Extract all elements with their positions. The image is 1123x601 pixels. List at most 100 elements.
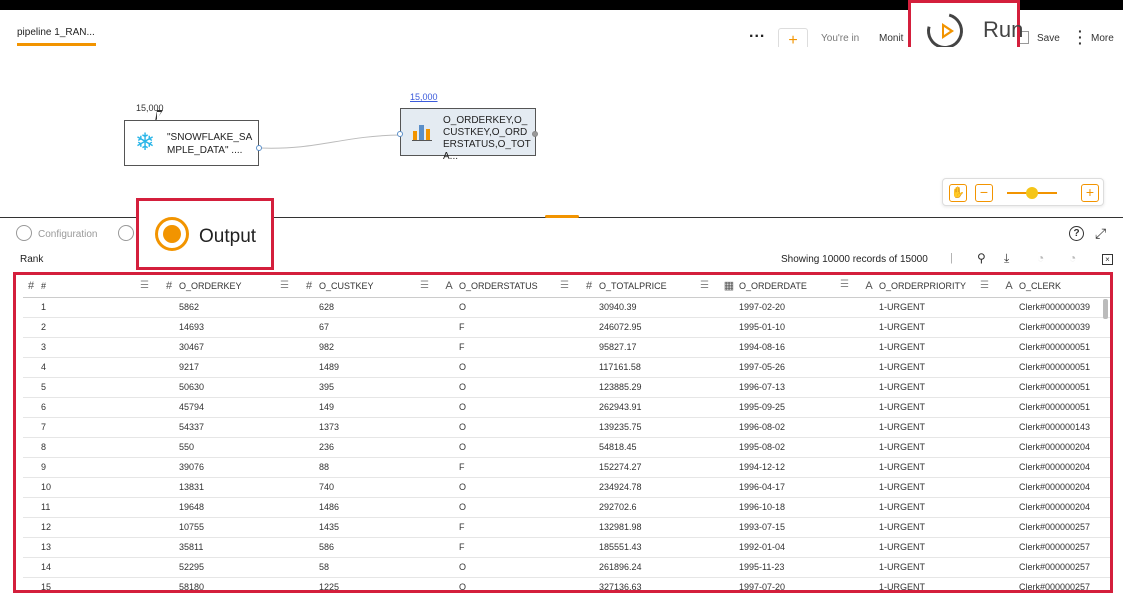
table-cell: 1225 (303, 577, 443, 590)
table-row[interactable]: 11 19648 1486 O 292702.6 1996-10-18 1-URGENT Cl… (23, 497, 1110, 518)
table-cell: 149 (303, 397, 443, 418)
download-icon[interactable]: ⤓ (1004, 251, 1009, 266)
filter-icon[interactable]: ☰ (980, 280, 989, 291)
table-cell: 1994-12-12 (723, 457, 863, 478)
filter-icon[interactable]: ☰ (560, 280, 569, 291)
table-cell: 246072.95 (583, 317, 723, 338)
table-row[interactable]: 2 14693 67 F 246072.95 1995-01-10 1-URGENT Cler… (23, 317, 1110, 338)
table-cell: 1-URGENT (863, 557, 1003, 578)
table-cell: 1-URGENT (863, 297, 1003, 318)
table-row[interactable]: 8 550 236 O 54818.45 1995-08-02 1-URGENT Clerk#… (23, 437, 1110, 458)
filter-icon[interactable]: ☰ (140, 280, 149, 291)
table-cell: F (443, 457, 583, 478)
search-icon[interactable]: ⚲ (977, 251, 986, 265)
table-cell: 1994-08-16 (723, 337, 863, 358)
table-cell: 234924.78 (583, 477, 723, 498)
table-cell: 39076 (163, 457, 303, 478)
tab-configuration[interactable]: Configuration (38, 229, 97, 240)
table-cell: 117161.58 (583, 357, 723, 378)
table-cell: 132981.98 (583, 517, 723, 538)
table-cell: 3 (23, 337, 163, 358)
table-cell: 14 (23, 557, 163, 578)
table-cell: 15 (23, 577, 163, 590)
table-cell: 1-URGENT (863, 417, 1003, 438)
snowflake-icon: ❄ (135, 129, 156, 156)
rank-node-input-port[interactable] (397, 131, 403, 137)
column-header-6[interactable]: A O_ORDERPRIORITY ☰ (863, 275, 1003, 298)
table-cell: 67 (303, 317, 443, 338)
column-header-label: O_CUSTKEY (319, 280, 374, 291)
table-cell: 1997-07-20 (723, 577, 863, 590)
chart-icon[interactable]: ◔ (1037, 251, 1044, 265)
table-row[interactable]: 13 35811 586 F 185551.43 1992-01-04 1-URGENT Cl… (23, 537, 1110, 558)
zoom-in-button[interactable]: + (1081, 184, 1099, 202)
table-row[interactable]: 10 13831 740 O 234924.78 1996-04-17 1-URGENT Cl… (23, 477, 1110, 498)
table-cell: 1 (23, 297, 163, 318)
number-type-icon: # (27, 279, 35, 292)
pan-hand-icon[interactable]: ✋ (949, 184, 967, 202)
column-header-3[interactable]: A O_ORDERSTATUS ☰ (443, 275, 583, 298)
table-cell: 139235.75 (583, 417, 723, 438)
table-row[interactable]: 4 9217 1489 O 117161.58 1997-05-26 1-URGENT Cle… (23, 357, 1110, 378)
column-header-1[interactable]: # O_ORDERKEY ☰ (163, 275, 303, 298)
table-cell: 10 (23, 477, 163, 498)
tab-output[interactable]: Output (136, 198, 274, 270)
column-header-label: O_ORDERKEY (179, 280, 242, 291)
column-header-0[interactable]: # # ☰ (23, 275, 163, 298)
table-cell: 9 (23, 457, 163, 478)
filter-icon[interactable]: ☰ (840, 279, 849, 290)
expand-icon[interactable]: ⤢ (1095, 225, 1106, 242)
table-row[interactable]: 5 50630 395 O 123885.29 1996-07-13 1-URGENT Cle… (23, 377, 1110, 398)
table-row[interactable]: 7 54337 1373 O 139235.75 1996-08-02 1-URGENT Cl… (23, 417, 1110, 438)
table-row[interactable]: 14 52295 58 O 261896.24 1995-11-23 1-URGENT Cle… (23, 557, 1110, 578)
column-header-4[interactable]: # O_TOTALPRICE ☰ (583, 275, 723, 298)
table-cell: O (443, 577, 583, 590)
column-header-label: O_ORDERPRIORITY (879, 280, 967, 291)
table-cell: Clerk#000000051 (1003, 377, 1110, 398)
table-cell: 1-URGENT (863, 457, 1003, 478)
help-icon[interactable]: ? (1069, 226, 1084, 241)
column-header-7[interactable]: A O_CLERK (1003, 275, 1110, 298)
table-cell: 628 (303, 297, 443, 318)
toolbar-separator: | (950, 252, 953, 264)
filter-icon[interactable]: ☰ (700, 280, 709, 291)
table-row[interactable]: 15 58180 1225 O 327136.63 1997-07-20 1-URGENT C… (23, 577, 1110, 590)
rank-node-output-port[interactable] (532, 131, 538, 137)
column-header-5[interactable]: ▦ O_ORDERDATE ☰ (723, 275, 863, 298)
table-cell: 1997-02-20 (723, 297, 863, 318)
table-cell: 14693 (163, 317, 303, 338)
vertical-scrollbar[interactable] (1103, 299, 1108, 319)
configuration-radio[interactable] (16, 225, 32, 241)
table-row[interactable]: 1 5862 628 O 30940.39 1997-02-20 1-URGENT Clerk… (23, 297, 1110, 318)
table-cell: Clerk#000000204 (1003, 457, 1110, 478)
table-cell: 1373 (303, 417, 443, 438)
table-cell: 1995-09-25 (723, 397, 863, 418)
output-radio-partial[interactable] (118, 225, 134, 241)
table-cell: O (443, 437, 583, 458)
table-cell: 13831 (163, 477, 303, 498)
zoom-slider-handle[interactable] (1026, 187, 1038, 199)
table-cell: 123885.29 (583, 377, 723, 398)
rank-node[interactable]: O_ORDERKEY,O_CUSTKEY,O_ORDERSTATUS,O_TOT… (400, 108, 536, 162)
table-row[interactable]: 12 10755 1435 F 132981.98 1993-07-15 1-URGENT C… (23, 517, 1110, 538)
table-cell: 1997-05-26 (723, 357, 863, 378)
close-panel-icon[interactable]: × (1102, 254, 1113, 265)
column-header-2[interactable]: # O_CUSTKEY ☰ (303, 275, 443, 298)
rank-node-count[interactable]: 15,000 (410, 92, 438, 102)
table-cell: 1995-08-02 (723, 437, 863, 458)
table-cell: 11 (23, 497, 163, 518)
zoom-out-button[interactable]: − (975, 184, 993, 202)
table-cell: Clerk#000000051 (1003, 397, 1110, 418)
source-node-output-port[interactable] (256, 145, 262, 151)
filter-icon[interactable]: ☰ (280, 280, 289, 291)
table-cell: 1-URGENT (863, 517, 1003, 538)
pie-chart-icon[interactable]: ◔ (1069, 251, 1076, 265)
table-cell: Clerk#000000204 (1003, 437, 1110, 458)
table-row[interactable]: 9 39076 88 F 152274.27 1994-12-12 1-URGENT Cler… (23, 457, 1110, 478)
filter-icon[interactable]: ☰ (420, 280, 429, 291)
source-node[interactable]: ❄ "SNOWFLAKE_SAMPLE_DATA" .... (124, 120, 259, 166)
source-node-label: "SNOWFLAKE_SAMPLE_DATA" .... (167, 132, 253, 156)
table-cell: O (443, 417, 583, 438)
table-row[interactable]: 3 30467 982 F 95827.17 1994-08-16 1-URGENT Cler… (23, 337, 1110, 358)
table-row[interactable]: 6 45794 149 O 262943.91 1995-09-25 1-URGENT Cle… (23, 397, 1110, 418)
